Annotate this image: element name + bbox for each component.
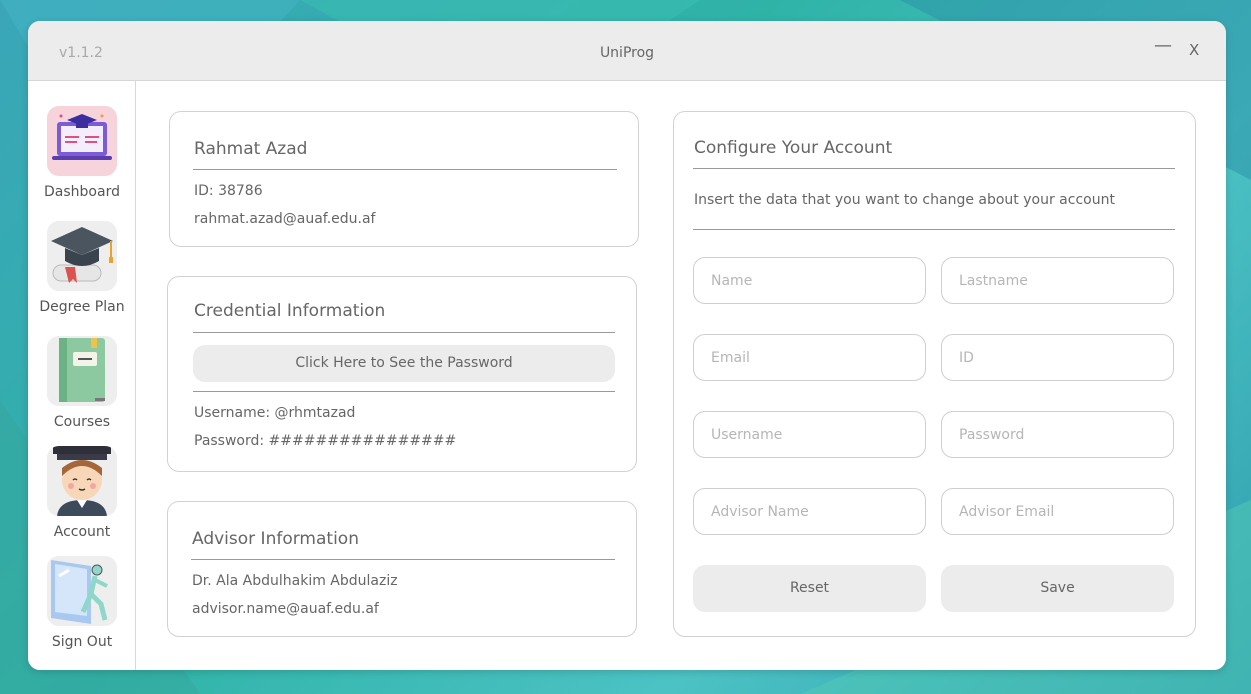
credentials-title: Credential Information xyxy=(194,301,386,321)
dashboard-icon xyxy=(47,106,117,176)
email-input[interactable] xyxy=(693,334,926,381)
divider xyxy=(193,391,615,392)
divider xyxy=(193,332,615,333)
title-bar: v1.1.2 UniProg — X xyxy=(28,21,1226,81)
password-text: Password: ################ xyxy=(194,433,457,449)
sidebar-item-account[interactable]: Account xyxy=(28,446,136,540)
reset-button[interactable]: Reset xyxy=(693,565,926,612)
divider xyxy=(693,168,1175,169)
profile-card: Rahmat Azad ID: 38786 rahmat.azad@auaf.e… xyxy=(169,111,639,247)
name-input[interactable] xyxy=(693,257,926,304)
sidebar-item-label: Account xyxy=(53,524,111,540)
exit-door-icon xyxy=(47,556,117,626)
save-button[interactable]: Save xyxy=(941,565,1174,612)
advisor-email-input[interactable] xyxy=(941,488,1174,535)
credentials-card: Credential Information Click Here to See… xyxy=(167,276,637,472)
sidebar-item-label: Courses xyxy=(53,414,111,430)
sidebar-item-sign-out[interactable]: Sign Out xyxy=(28,556,136,650)
sidebar-item-label: Degree Plan xyxy=(39,299,125,315)
profile-name: Rahmat Azad xyxy=(194,139,308,159)
advisor-card: Advisor Information Dr. Ala Abdulhakim A… xyxy=(167,501,637,637)
username-text: Username: @rhmtazad xyxy=(194,405,356,421)
sidebar: Dashboard Degree Plan Courses Account Si… xyxy=(28,81,136,670)
graduation-cap-icon xyxy=(47,221,117,291)
profile-id: ID: 38786 xyxy=(194,183,263,199)
advisor-name-input[interactable] xyxy=(693,488,926,535)
student-avatar-icon xyxy=(47,446,117,516)
lastname-input[interactable] xyxy=(941,257,1174,304)
sidebar-item-label: Sign Out xyxy=(51,634,113,650)
configure-account-card: Configure Your Account Insert the data t… xyxy=(673,111,1196,637)
divider xyxy=(693,229,1175,230)
sidebar-item-degree-plan[interactable]: Degree Plan xyxy=(28,221,136,315)
app-title: UniProg xyxy=(599,45,655,61)
advisor-email: advisor.name@auaf.edu.af xyxy=(192,601,379,617)
configure-title: Configure Your Account xyxy=(694,138,893,158)
advisor-name: Dr. Ala Abdulhakim Abdulaziz xyxy=(192,573,398,589)
password-input[interactable] xyxy=(941,411,1174,458)
configure-subtitle: Insert the data that you want to change … xyxy=(694,192,1115,208)
show-password-button[interactable]: Click Here to See the Password xyxy=(193,345,615,382)
advisor-title: Advisor Information xyxy=(192,529,359,549)
sidebar-item-label: Dashboard xyxy=(44,184,120,200)
notebook-icon xyxy=(47,336,117,406)
profile-email: rahmat.azad@auaf.edu.af xyxy=(194,211,376,227)
divider xyxy=(193,169,617,170)
app-window: v1.1.2 UniProg — X Dashboard Degree Plan… xyxy=(28,21,1226,670)
close-button[interactable]: X xyxy=(1189,41,1199,59)
divider xyxy=(191,559,615,560)
sidebar-item-courses[interactable]: Courses xyxy=(28,336,136,430)
minimize-button[interactable]: — xyxy=(1154,35,1172,56)
username-input[interactable] xyxy=(693,411,926,458)
sidebar-item-dashboard[interactable]: Dashboard xyxy=(28,106,136,200)
id-input[interactable] xyxy=(941,334,1174,381)
